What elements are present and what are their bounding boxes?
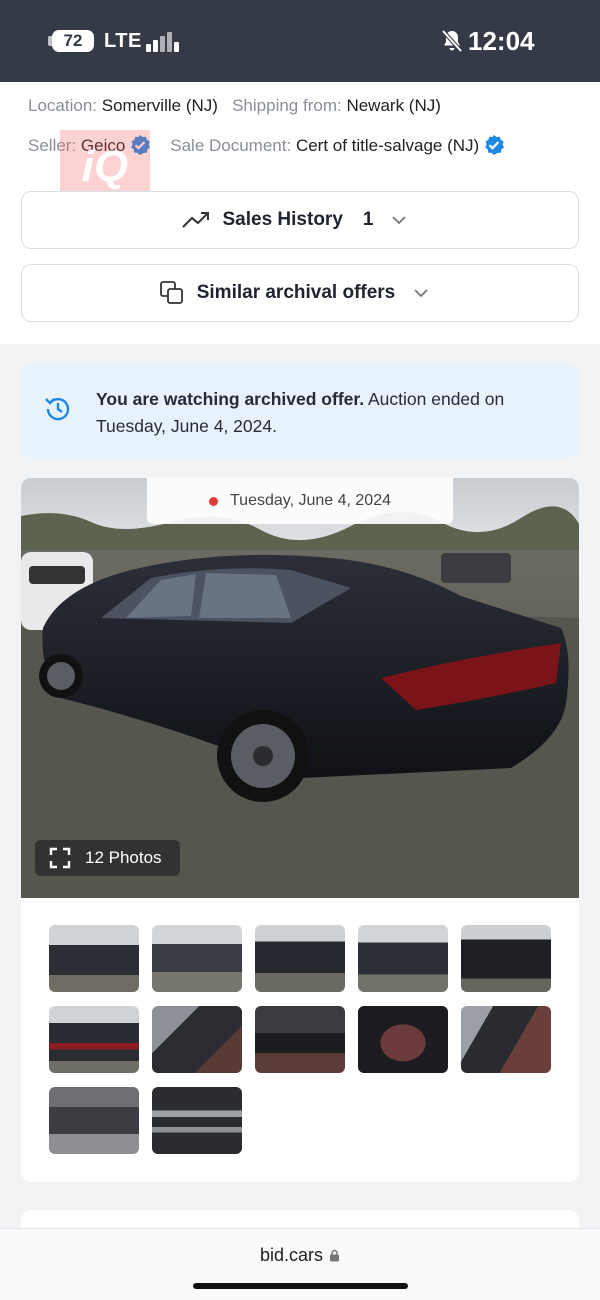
url-text: bid.cars [259,1245,324,1265]
notice-bold: You are watching archived offer. [96,389,365,409]
bell-muted-icon [441,29,463,53]
thumbnail-11[interactable] [49,1087,139,1154]
signal-icon [146,30,180,52]
clock: 12:04 [468,26,535,56]
photos-count-button[interactable]: 12 Photos [35,840,180,876]
chevron-down-icon [392,216,407,225]
thumbnail-7[interactable] [152,1006,242,1073]
browser-address-bar[interactable]: bid.cars [0,1228,600,1300]
location-value: Somerville (NJ) [101,96,218,115]
history-icon [45,397,70,421]
similar-offers-label: Similar archival offers [196,282,396,303]
url-display[interactable]: bid.cars [0,1245,600,1266]
location-label: Location: [28,96,97,115]
auction-date: Tuesday, June 4, 2024 [230,492,391,509]
thumbnail-4[interactable] [358,925,448,992]
archived-offer-notice: You are watching archived offer. Auction… [21,364,579,458]
shipping-label: Shipping from: [232,96,342,115]
network-type: LTE [104,30,142,52]
red-dot-icon [209,496,218,506]
thumbnail-2[interactable] [152,925,242,992]
thumbnail-5[interactable] [461,925,551,992]
document-label: Sale Document: [170,136,292,155]
home-indicator[interactable] [193,1283,408,1289]
battery-indicator: 72 [52,30,94,52]
fullscreen-icon [49,847,71,869]
sales-history-toggle[interactable]: Sales History 1 [21,191,579,249]
thumbnail-1[interactable] [49,925,139,992]
document-value: Cert of title-salvage (NJ) [295,136,480,155]
thumbnail-12[interactable] [152,1087,242,1154]
notice-message: You are watching archived offer. Auction… [96,386,536,440]
thumbnail-3[interactable] [255,925,345,992]
similar-offers-toggle[interactable]: Similar archival offers [21,264,579,322]
main-car-photo[interactable] [21,478,579,898]
lock-icon [330,1249,340,1262]
thumbnail-6[interactable] [49,1006,139,1073]
photo-gallery: Tuesday, June 4, 2024 12 Photos [21,478,579,1182]
verified-badge-icon [485,135,505,155]
sales-history-count: 1 [362,209,374,230]
photos-count-label: 12 Photos [85,848,162,867]
chevron-down-icon [414,289,428,298]
trending-up-icon [181,212,209,228]
location-row: Location: Somerville (NJ) Shipping from:… [28,96,441,116]
thumbnail-8[interactable] [255,1006,345,1073]
sales-history-label: Sales History [222,209,343,230]
status-bar: 72 LTE 12:04 [0,0,600,82]
copy-icon [159,281,183,304]
thumbnail-10[interactable] [461,1006,551,1073]
shipping-value: Newark (NJ) [346,96,441,115]
thumbnail-9[interactable] [358,1006,448,1073]
auction-date-pill: Tuesday, June 4, 2024 [147,478,453,524]
